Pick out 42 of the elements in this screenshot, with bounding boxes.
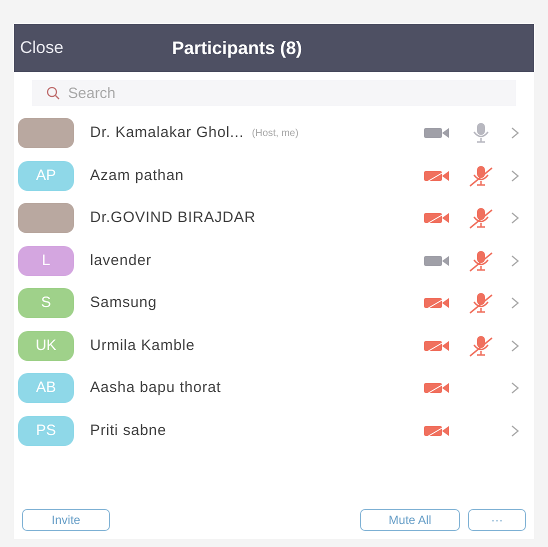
participant-name: Aasha bapu thorat	[90, 378, 222, 398]
avatar-initials: L	[18, 246, 74, 276]
participant-row[interactable]: Dr. Kamalakar Ghol... (Host, me)	[14, 112, 534, 154]
participant-row[interactable]: S Samsung	[14, 282, 534, 324]
participant-name: Dr.GOVIND BIRAJDAR	[90, 208, 256, 228]
participant-name: lavender	[90, 250, 152, 270]
search-icon	[46, 86, 60, 100]
avatar-initials: S	[18, 288, 74, 318]
mic-muted-icon[interactable]	[468, 250, 494, 272]
participant-name: Azam pathan	[90, 166, 184, 186]
mic-muted-icon[interactable]	[468, 207, 494, 230]
avatar-initials: UK	[18, 330, 74, 361]
participant-row[interactable]: L lavender	[14, 240, 534, 282]
chevron-right-icon[interactable]	[510, 126, 520, 140]
participant-row[interactable]: UK Urmila Kamble	[14, 324, 534, 367]
chevron-right-icon[interactable]	[510, 381, 520, 396]
participant-row[interactable]: AP Azam pathan	[14, 154, 534, 197]
participant-name: Urmila Kamble	[90, 336, 195, 356]
chevron-right-icon[interactable]	[510, 168, 520, 183]
mic-muted-icon[interactable]	[468, 334, 494, 357]
mic-muted-icon[interactable]	[468, 292, 494, 314]
avatar-initials: AB	[18, 373, 74, 404]
close-button[interactable]: Close	[20, 35, 64, 61]
photo-placeholder	[18, 118, 74, 148]
photo-placeholder	[18, 203, 74, 234]
chevron-right-icon[interactable]	[510, 338, 520, 353]
host-tag: (Host, me)	[252, 126, 299, 141]
window-title: Participants (8)	[172, 36, 302, 60]
mic-muted-icon[interactable]	[468, 164, 494, 187]
avatar-initials: AP	[18, 160, 74, 191]
participant-row[interactable]: PS Priti sabne	[14, 410, 534, 452]
participant-row[interactable]: Dr.GOVIND BIRAJDAR	[14, 197, 534, 240]
chevron-right-icon[interactable]	[510, 254, 520, 268]
avatar-initials: PS	[18, 416, 74, 446]
participant-name: Priti sabne	[90, 420, 166, 440]
chevron-right-icon[interactable]	[510, 424, 520, 438]
participant-row[interactable]: AB Aasha bapu thorat	[14, 367, 534, 410]
chevron-right-icon[interactable]	[510, 211, 520, 226]
search-field[interactable]: Search	[32, 80, 516, 106]
participant-name: Dr. Kamalakar Ghol...	[90, 123, 244, 143]
participant-name: Samsung	[90, 293, 157, 313]
chevron-right-icon[interactable]	[510, 296, 520, 310]
